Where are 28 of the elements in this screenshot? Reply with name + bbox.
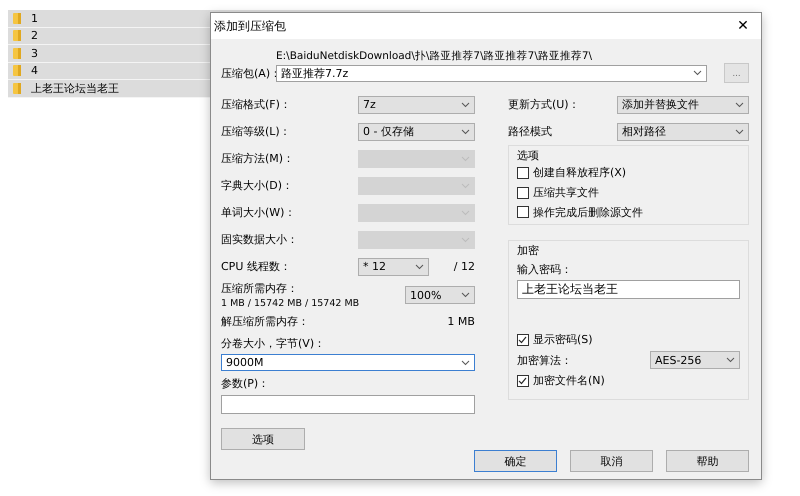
label: 输入密码： <box>516 262 572 276</box>
value-text: 1 MB <box>447 314 475 328</box>
group-title: 选项 <box>516 148 540 163</box>
label: 分卷大小，字节(V)： <box>221 336 326 350</box>
label: 压缩共享文件 <box>532 185 599 200</box>
label: 加密算法： <box>516 352 572 368</box>
label: 字典大小(D)： <box>221 178 294 193</box>
window-title: 添加到压缩包 <box>214 18 286 34</box>
label: 参数(P)： <box>221 376 270 390</box>
archive-path: E:\BaiduNetdiskDownload\扑\路亚推荐7\路亚推荐7\路亚推荐7\ <box>276 49 594 63</box>
label: 压缩所需内存： <box>221 281 299 296</box>
group-title: 加密 <box>516 243 540 258</box>
label: CPU 线程数： <box>221 259 291 274</box>
label: 路径模式 <box>508 124 552 139</box>
label: 显示密码(S) <box>532 332 593 347</box>
value-text: / 12 <box>454 260 475 273</box>
label: 创建自释放程序(X) <box>532 165 626 180</box>
label: 压缩格式(F)： <box>221 97 291 112</box>
value-text: 1 MB / 15742 MB / 15742 MB <box>221 298 360 309</box>
label: 压缩等级(L)： <box>221 124 291 139</box>
label: 更新方式(U)： <box>508 97 580 112</box>
label: 单词大小(W)： <box>221 205 296 220</box>
label: 加密文件名(N) <box>532 373 605 388</box>
label: 操作完成后删除源文件 <box>532 204 643 220</box>
label: 压缩包(A)： <box>221 66 276 80</box>
label: 解压缩所需内存： <box>221 314 309 328</box>
label: 压缩方法(M)： <box>221 151 294 166</box>
label: 固实数据大小： <box>221 232 298 247</box>
